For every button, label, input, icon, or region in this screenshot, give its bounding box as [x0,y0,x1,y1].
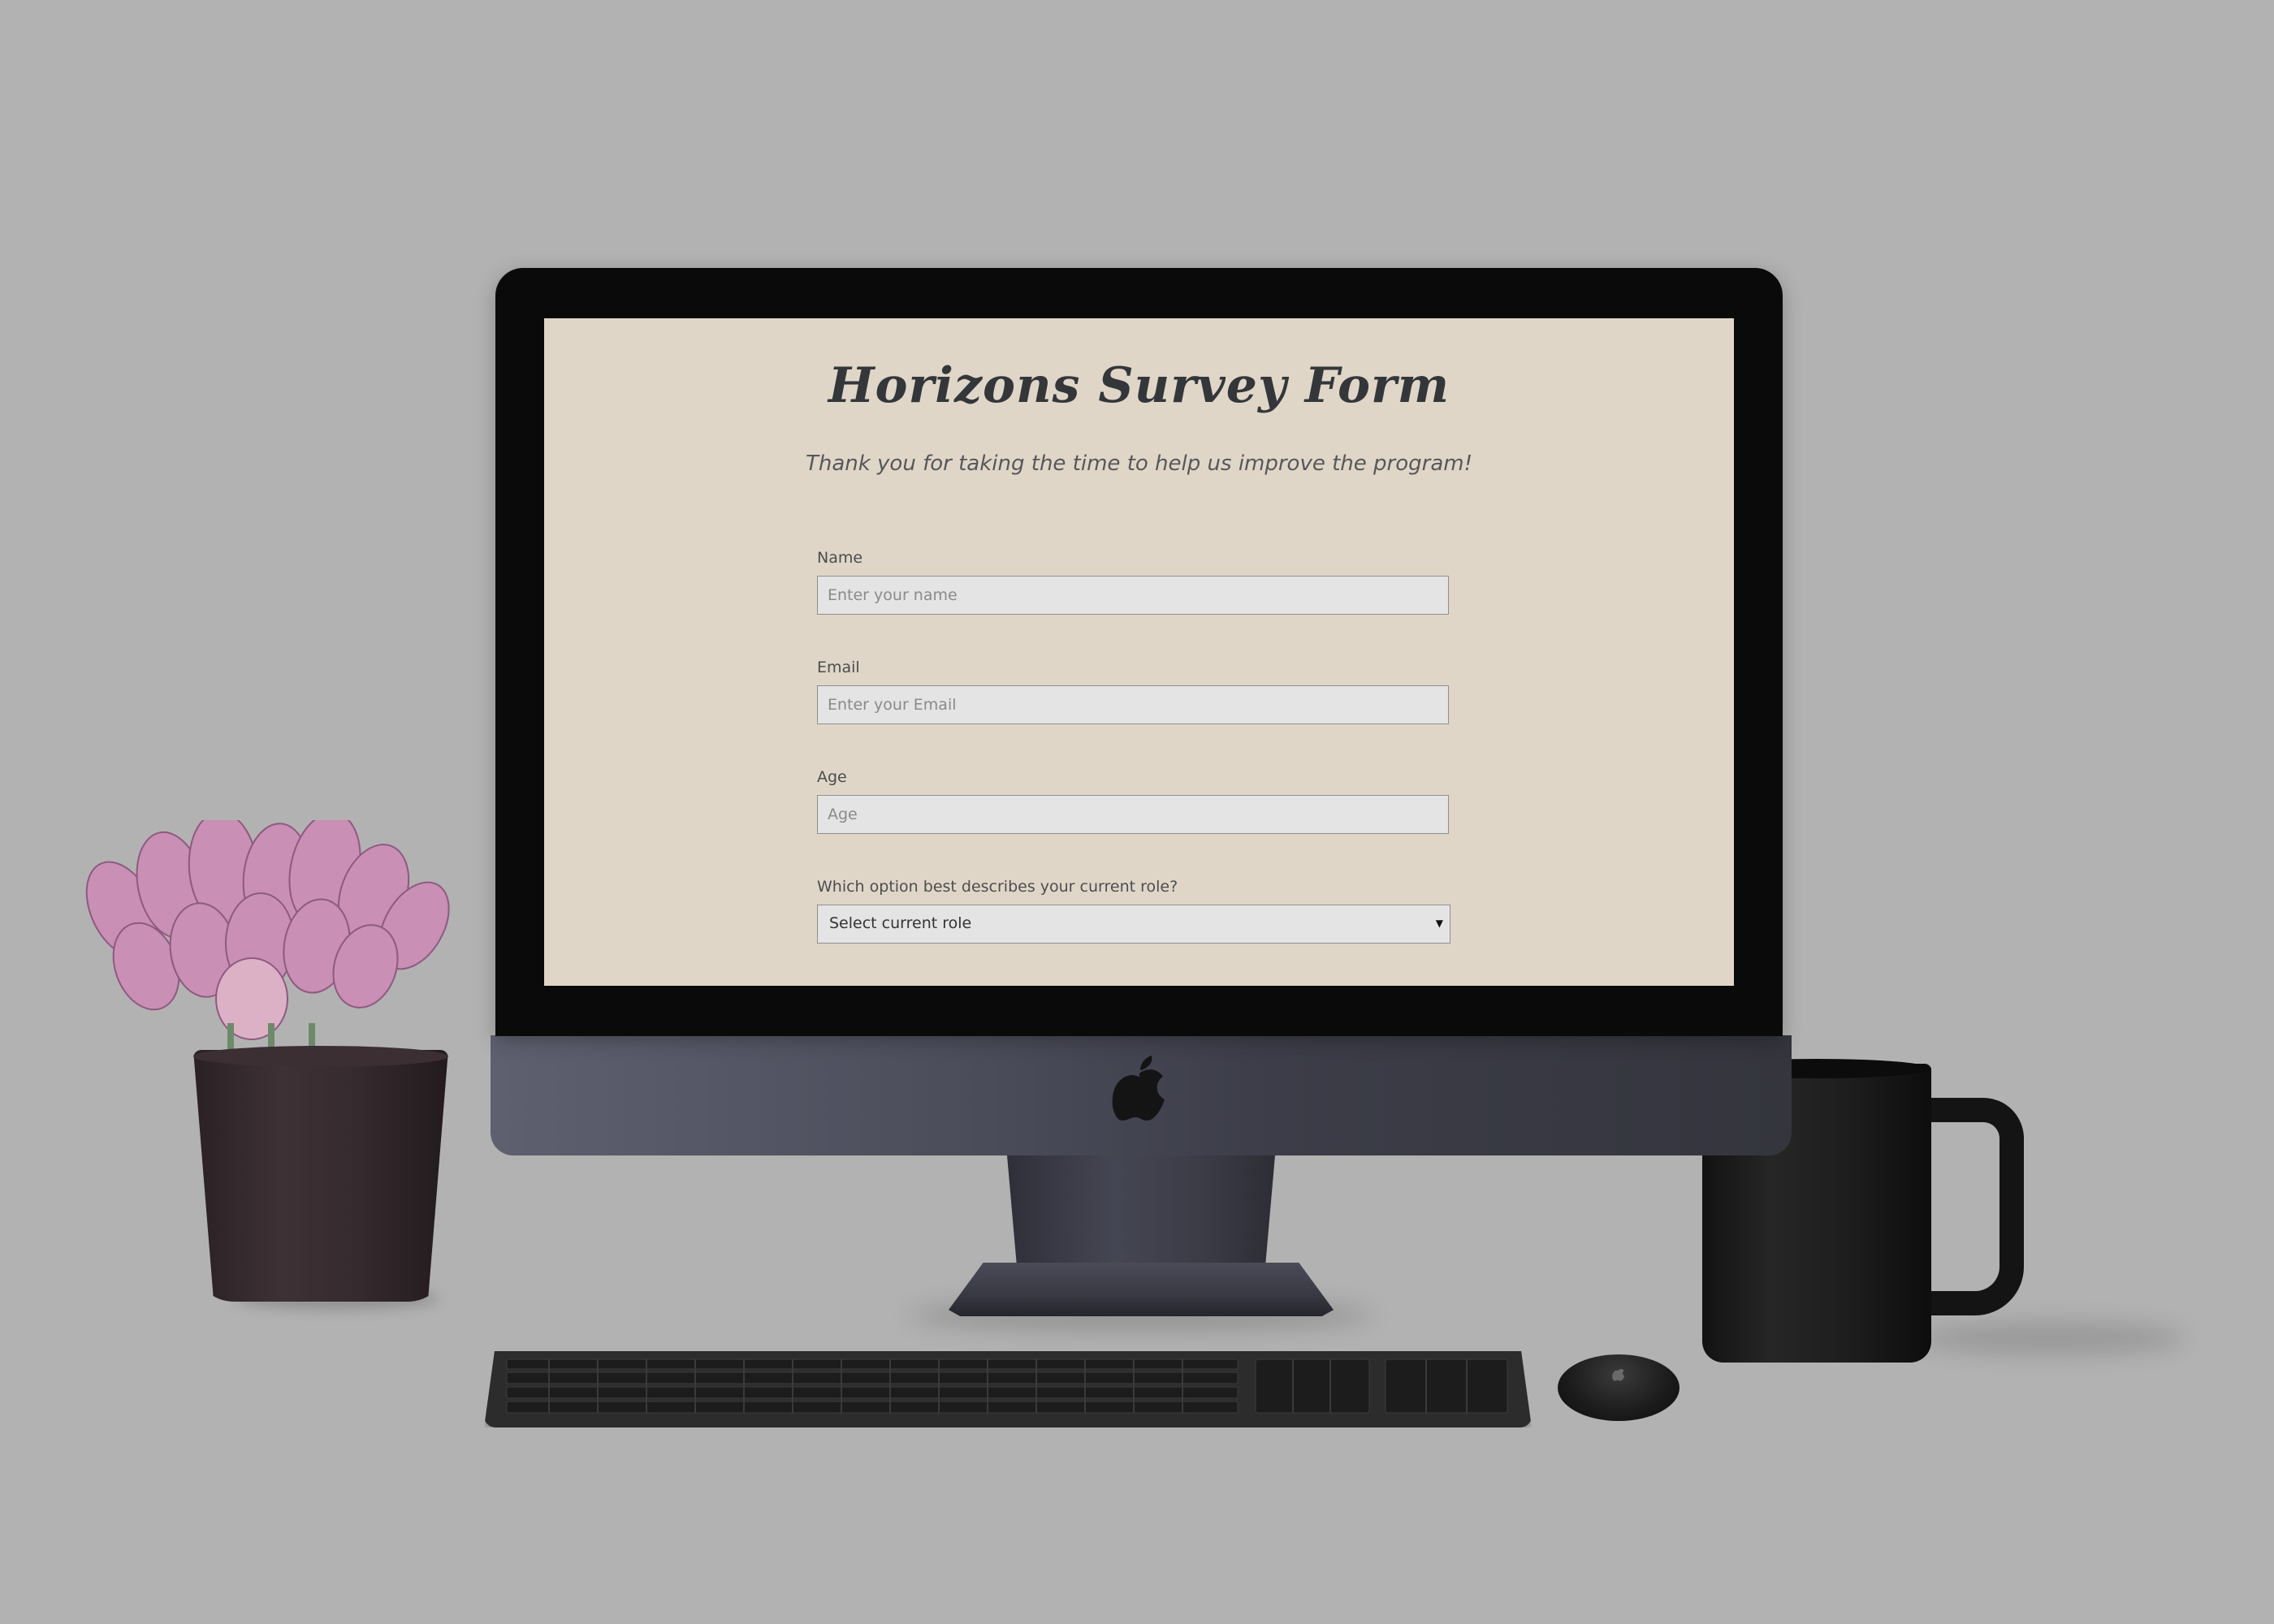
age-label: Age [817,768,847,786]
name-input[interactable] [817,576,1449,615]
caret-down-icon: ▼ [1435,918,1443,929]
page-title: Horizons Survey Form [828,357,1450,414]
mouse-apple-logo-icon [1612,1368,1625,1381]
role-field: Which option best describes your current… [817,878,1450,986]
email-label: Email [817,659,860,676]
keyboard-keys [506,1358,1508,1414]
age-field: Age [817,768,1450,878]
email-field: Email [817,659,1450,768]
monitor-screen: Horizons Survey Form Thank you for takin… [544,318,1734,986]
email-input[interactable] [817,685,1449,724]
name-label: Name [817,549,863,567]
mouse [1558,1354,1680,1421]
role-select-value: Select current role [829,914,972,932]
plant-pot [193,1050,448,1302]
role-select[interactable]: Select current role ▼ [817,905,1450,944]
apple-logo-icon [1112,1056,1165,1121]
page-subtitle: Thank you for taking the time to help us… [805,451,1473,476]
survey-form: Name Email Age Which option best describ… [817,549,1450,986]
age-input[interactable] [817,795,1449,834]
flower-cluster [85,820,450,1064]
name-field: Name [817,549,1450,659]
plant-pot-rim [193,1046,448,1067]
monitor-stand-base [949,1263,1334,1316]
monitor-stand-neck [1007,1155,1275,1277]
mug-shadow [1917,1322,2185,1354]
role-label: Which option best describes your current… [817,878,1178,896]
